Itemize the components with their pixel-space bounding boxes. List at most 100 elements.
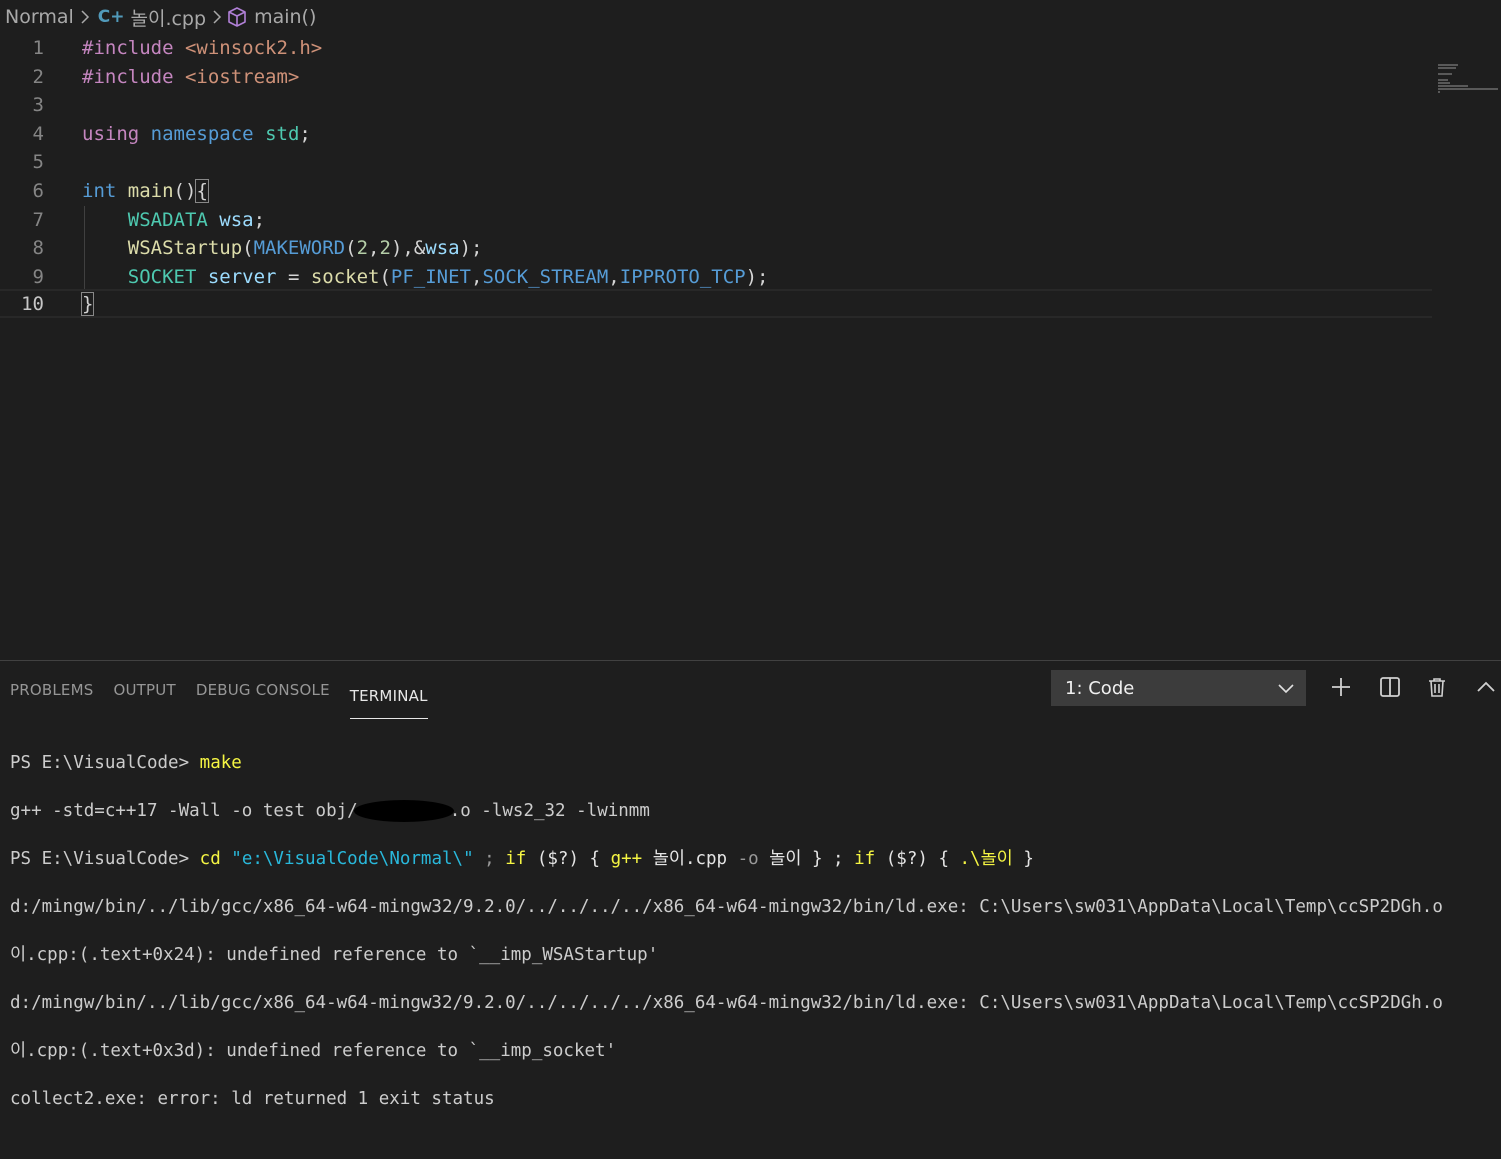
terminal-line: PS E:\VisualCode> make (10, 751, 1443, 775)
breadcrumb-folder[interactable]: Normal (0, 6, 74, 28)
split-terminal-icon[interactable] (1376, 673, 1404, 701)
token: , (368, 237, 380, 260)
token: = (276, 265, 311, 288)
terminal-line: collect2.exe: error: ld returned 1 exit … (10, 1089, 495, 1109)
terminal-text: cd (199, 849, 221, 869)
token: , (608, 265, 620, 288)
token: <iostream> (184, 65, 300, 88)
token: std (265, 122, 300, 145)
line-number: 1 (32, 37, 44, 59)
breadcrumb-file[interactable]: 놀이.cpp (130, 4, 206, 31)
token: WSADATA (127, 208, 208, 231)
cpp-file-icon: C+ (97, 7, 125, 27)
chevron-down-icon (1278, 678, 1294, 699)
cube-method-icon (228, 7, 246, 27)
chevron-right-icon (206, 10, 228, 24)
terminal-line: g++ -std=c++17 -Wall -o test obj/ .o -lws… (10, 799, 1443, 823)
token: <winsock2.h> (184, 37, 323, 59)
line-number: 2 (32, 65, 44, 88)
code-line[interactable]: 8 WSAStartup(MAKEWORD(2,2),&wsa); (0, 234, 1432, 263)
token: 2 (379, 237, 391, 260)
token: , (471, 265, 483, 288)
token: SOCKET (127, 265, 197, 288)
line-number: 4 (32, 122, 44, 145)
code-editor[interactable]: 1 #include <winsock2.h> 2 #include <iost… (0, 34, 1501, 660)
chevron-up-icon[interactable] (1472, 673, 1500, 701)
token: ); (745, 265, 769, 288)
terminal-text: ($?) (526, 849, 590, 869)
code-line[interactable]: 5 (0, 148, 1432, 177)
token: #include (82, 65, 174, 88)
code-line[interactable]: 7 WSADATA wsa; (0, 206, 1432, 235)
token: main (127, 180, 174, 202)
bottom-panel: PROBLEMS OUTPUT DEBUG CONSOLE TERMINAL 1… (0, 660, 1501, 1109)
token: ),& (390, 237, 426, 260)
token: ( (345, 237, 357, 260)
terminal-line: PS E:\VisualCode> cd "e:\VisualCode\Norm… (10, 847, 1443, 871)
terminal-text: ; (473, 849, 506, 869)
chevron-right-icon (74, 10, 96, 24)
code-line[interactable]: 9 SOCKET server = socket(PF_INET,SOCK_ST… (0, 263, 1432, 292)
token: int (82, 180, 117, 202)
terminal-text: 놀이 (758, 849, 812, 869)
terminal-output[interactable]: PS E:\VisualCode> make g++ -std=c++17 -W… (10, 727, 1443, 1159)
terminal-line: d:/mingw/bin/../lib/gcc/x86_64-w64-mingw… (10, 993, 1443, 1013)
terminal-prompt: PS E:\VisualCode> (10, 753, 200, 773)
terminal-prompt: PS E:\VisualCode> (10, 849, 200, 869)
terminal-text: .\놀이 (959, 849, 1013, 869)
line-number: 6 (32, 180, 44, 202)
tab-debug-console[interactable]: DEBUG CONSOLE (196, 661, 330, 719)
terminal-text: { (589, 849, 611, 869)
terminal-text: } (1012, 849, 1034, 869)
plus-icon[interactable] (1327, 673, 1355, 701)
tab-output[interactable]: OUTPUT (113, 661, 175, 719)
minimap[interactable] (1438, 64, 1500, 94)
line-number: 9 (32, 265, 44, 288)
token: wsa (425, 237, 460, 260)
code-line[interactable]: 1 #include <winsock2.h> (0, 34, 1432, 63)
tab-problems[interactable]: PROBLEMS (10, 661, 93, 719)
terminal-text: { (938, 849, 960, 869)
code-line[interactable]: 2 #include <iostream> (0, 63, 1432, 92)
terminal-text: if (505, 849, 527, 869)
token: socket (310, 265, 380, 288)
token: ); (459, 237, 483, 260)
line-number: 3 (32, 94, 44, 117)
token: PF_INET (390, 265, 471, 288)
tab-terminal[interactable]: TERMINAL (349, 679, 428, 719)
code-line[interactable]: 6 int main(){ (0, 177, 1432, 206)
matching-bracket: { (195, 179, 209, 203)
code-line[interactable]: 4 using namespace std; (0, 120, 1432, 149)
token: IPPROTO_TCP (619, 265, 746, 288)
token: ; (299, 122, 311, 145)
terminal-text: if (854, 849, 876, 869)
terminal-line: 이.cpp:(.text+0x24): undefined reference … (10, 945, 659, 965)
line-number: 10 (21, 293, 44, 316)
token: wsa (219, 208, 254, 231)
token: using (82, 122, 140, 145)
terminal-command: make (199, 753, 242, 773)
terminal-text: g++ (610, 849, 643, 869)
breadcrumb: Normal C+ 놀이.cpp main() (0, 0, 1501, 34)
token: WSAStartup (127, 237, 243, 260)
panel-tabs: PROBLEMS OUTPUT DEBUG CONSOLE TERMINAL (0, 661, 438, 719)
code-line[interactable]: 3 (0, 91, 1432, 120)
terminal-select[interactable]: 1: Code (1051, 670, 1306, 706)
breadcrumb-symbol[interactable]: main() (254, 6, 316, 28)
terminal-text: ($?) (875, 849, 939, 869)
terminal-text: -o (737, 849, 759, 869)
trash-icon[interactable] (1423, 673, 1451, 701)
token: ( (379, 265, 391, 288)
redaction-mark (353, 800, 454, 822)
current-line[interactable]: 10 } (0, 289, 1432, 318)
terminal-text: .o -lws2_32 -lwinmm (449, 801, 650, 821)
token: namespace (150, 122, 254, 145)
